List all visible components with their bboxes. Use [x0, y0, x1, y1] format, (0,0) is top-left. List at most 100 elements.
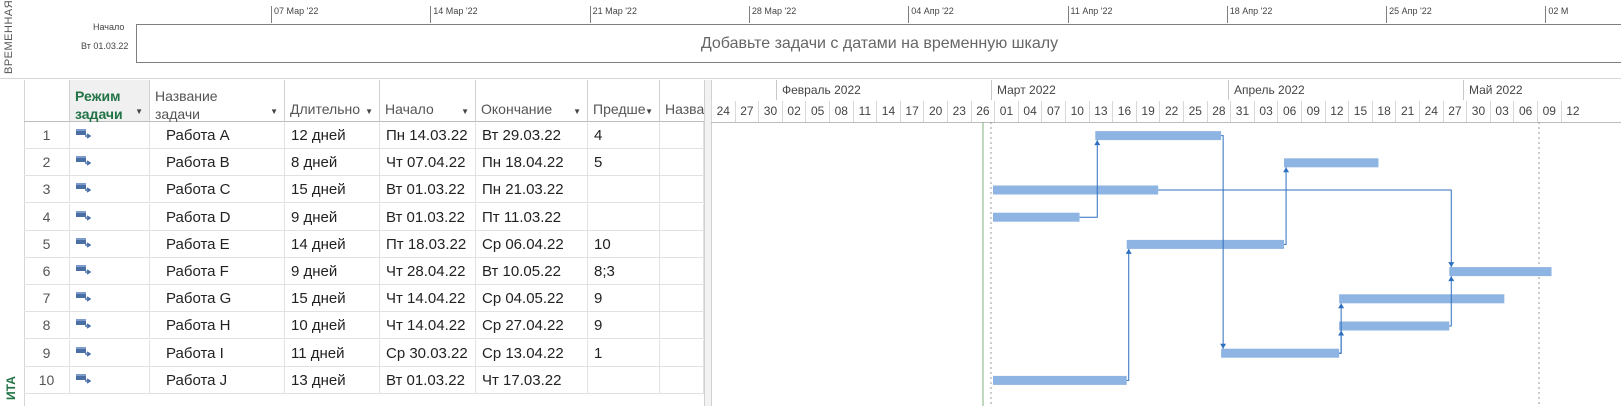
cell-mode[interactable]	[70, 176, 150, 204]
cell-pred[interactable]: 10	[588, 230, 660, 258]
cell-mode[interactable]	[70, 339, 150, 367]
table-row[interactable]: 2 Работа B8 дней Чт 07.04.22 Пн 18.04.22 5	[24, 149, 710, 177]
cell-extra[interactable]	[660, 176, 704, 204]
cell-extra[interactable]	[660, 285, 704, 313]
column-header-extra[interactable]: Назва	[660, 80, 704, 122]
cell-pred[interactable]: 8;3	[588, 258, 660, 285]
table-row[interactable]: 7 Работа G 15 дней Чт 14.04.22 Ср 04.05.22 9	[24, 285, 710, 313]
cell-name[interactable]: Работа J	[150, 366, 285, 394]
cell-pred[interactable]	[588, 366, 660, 394]
dropdown-icon[interactable]: ▼	[461, 107, 469, 116]
cell-start[interactable]: Ср 30.03.22	[380, 339, 476, 367]
cell-start[interactable]: Чт 14.04.22	[380, 312, 476, 340]
cell-name[interactable]: Работа D	[150, 203, 285, 231]
gantt-bar[interactable]	[1284, 158, 1379, 168]
cell-extra[interactable]	[660, 312, 704, 340]
dropdown-icon[interactable]: ▼	[573, 107, 581, 116]
cell-name[interactable]: Работа I	[150, 339, 285, 367]
cell-pred[interactable]: 4	[588, 122, 660, 149]
cell-name[interactable]: Работа H	[150, 312, 285, 340]
table-row[interactable]: 5 Работа E 14 дней Пт 18.03.22 Ср 06.04.22 10	[24, 230, 710, 258]
cell-pred[interactable]: 9	[588, 285, 660, 313]
cell-name[interactable]: Работа G	[150, 285, 285, 313]
cell-mode[interactable]	[70, 312, 150, 340]
table-row[interactable]: 6 Работа F9 дней Чт 28.04.22 Вт 10.05.22 8;3	[24, 258, 710, 285]
cell-extra[interactable]	[660, 339, 704, 367]
column-header-duration[interactable]: Длительно ▼	[285, 80, 380, 122]
cell-mode[interactable]	[70, 149, 150, 177]
cell-extra[interactable]	[660, 122, 704, 149]
gantt-bar[interactable]	[1339, 321, 1450, 331]
dropdown-icon[interactable]: ▼	[645, 107, 653, 116]
gantt-bar[interactable]	[1221, 348, 1340, 358]
gantt-bar[interactable]	[1449, 267, 1552, 277]
column-header-predecessors[interactable]: Предше ▼	[588, 80, 660, 122]
cell-extra[interactable]	[660, 203, 704, 231]
column-header-start[interactable]: Начало ▼	[380, 80, 476, 122]
cell-duration[interactable]: 14 дней	[285, 230, 380, 258]
column-header-finish[interactable]: Окончание ▼	[476, 80, 588, 122]
cell-finish[interactable]: Пн 18.04.22	[476, 149, 588, 177]
gantt-bar[interactable]	[1339, 294, 1505, 304]
table-row[interactable]: 8 Работа H 10 дней Чт 14.04.22 Ср 27.04.22 9	[24, 312, 710, 340]
column-header-name[interactable]: Название задачи ▼	[150, 80, 285, 122]
table-row[interactable]: 10 Работа J 13 дней Вт 01.03.22 Чт 17.03.22	[24, 366, 710, 394]
gantt-chart[interactable]	[711, 122, 1621, 406]
cell-mode[interactable]	[70, 366, 150, 394]
cell-duration[interactable]: 15 дней	[285, 285, 380, 313]
table-row[interactable]: 4 Работа D9 дней Вт 01.03.22 Пт 11.03.22	[24, 203, 710, 231]
cell-start[interactable]: Вт 01.03.22	[380, 176, 476, 204]
gantt-bar[interactable]	[1095, 131, 1222, 141]
cell-name[interactable]: Работа B	[150, 149, 285, 177]
cell-duration[interactable]: 9 дней	[285, 203, 380, 231]
timeline-bar[interactable]: Добавьте задачи с датами на временную шк…	[136, 24, 1621, 63]
column-header-mode[interactable]: Режим задачи ▼	[70, 80, 150, 122]
cell-finish[interactable]: Ср 13.04.22	[476, 339, 588, 367]
cell-start[interactable]: Чт 14.04.22	[380, 285, 476, 313]
cell-finish[interactable]: Чт 17.03.22	[476, 366, 588, 394]
cell-mode[interactable]	[70, 203, 150, 231]
cell-pred[interactable]: 9	[588, 312, 660, 340]
cell-extra[interactable]	[660, 230, 704, 258]
cell-name[interactable]: Работа A	[150, 122, 285, 149]
cell-finish[interactable]: Вт 10.05.22	[476, 258, 588, 285]
cell-finish[interactable]: Ср 06.04.22	[476, 230, 588, 258]
gantt-bar[interactable]	[993, 185, 1159, 195]
dropdown-icon[interactable]: ▼	[135, 107, 143, 116]
cell-duration[interactable]: 15 дней	[285, 176, 380, 204]
cell-finish[interactable]: Ср 27.04.22	[476, 312, 588, 340]
cell-finish[interactable]: Пн 21.03.22	[476, 176, 588, 204]
cell-duration[interactable]: 9 дней	[285, 258, 380, 285]
dropdown-icon[interactable]: ▼	[365, 107, 373, 116]
gantt-timescale[interactable]: Февраль 2022 Март 2022 Апрель 2022 Май 2022…	[711, 80, 1621, 123]
cell-name[interactable]: Работа F	[150, 258, 285, 285]
cell-duration[interactable]: 11 дней	[285, 339, 380, 367]
cell-duration[interactable]: 13 дней	[285, 366, 380, 394]
cell-mode[interactable]	[70, 230, 150, 258]
column-header-id[interactable]	[24, 80, 70, 122]
table-row[interactable]: 3 Работа C 15 дней Вт 01.03.22 Пн 21.03.22	[24, 176, 710, 204]
cell-name[interactable]: Работа C	[150, 176, 285, 204]
dependency-link[interactable]	[1079, 140, 1098, 218]
cell-start[interactable]: Чт 07.04.22	[380, 149, 476, 177]
cell-start[interactable]: Вт 01.03.22	[380, 366, 476, 394]
cell-duration[interactable]: 8 дней	[285, 149, 380, 177]
cell-finish[interactable]: Ср 04.05.22	[476, 285, 588, 313]
cell-pred[interactable]	[588, 176, 660, 204]
cell-start[interactable]: Чт 28.04.22	[380, 258, 476, 285]
dropdown-icon[interactable]: ▼	[270, 107, 278, 116]
table-row[interactable]: 9 Работа I 11 дней Ср 30.03.22 Ср 13.04.22 1	[24, 339, 710, 367]
gantt-bar[interactable]	[993, 375, 1127, 385]
dependency-link[interactable]	[1284, 167, 1287, 245]
cell-duration[interactable]: 10 дней	[285, 312, 380, 340]
timeline-panel[interactable]: ВРЕМЕННАЯ Начало Вт 01.03.22 07 Мар '22 1…	[0, 0, 1621, 79]
cell-extra[interactable]	[660, 366, 704, 394]
cell-mode[interactable]	[70, 258, 150, 285]
cell-extra[interactable]	[660, 149, 704, 177]
cell-duration[interactable]: 12 дней	[285, 122, 380, 149]
dependency-link[interactable]	[1158, 189, 1452, 268]
cell-pred[interactable]	[588, 203, 660, 231]
cell-start[interactable]: Вт 01.03.22	[380, 203, 476, 231]
cell-mode[interactable]	[70, 122, 150, 149]
cell-finish[interactable]: Вт 29.03.22	[476, 122, 588, 149]
